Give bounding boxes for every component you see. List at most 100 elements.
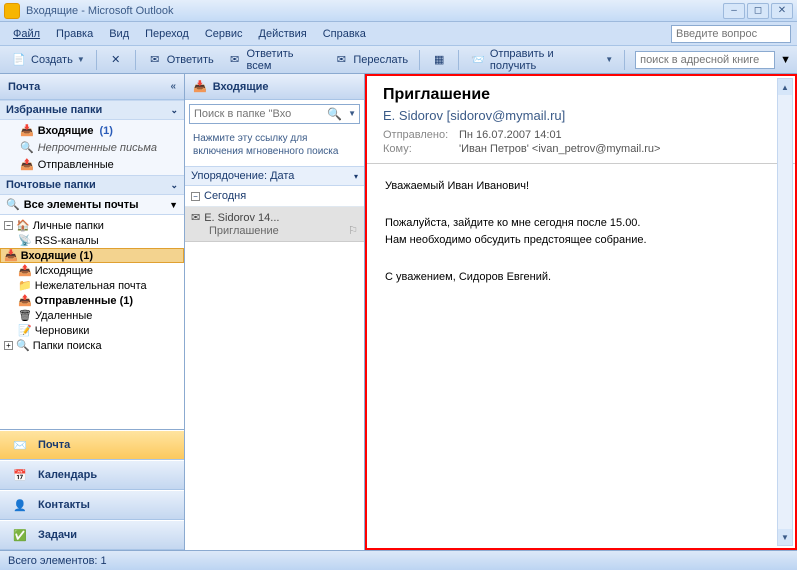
forward-icon: ✉ bbox=[333, 52, 349, 68]
fav-unread[interactable]: 🔍 Непрочтенные письма bbox=[0, 139, 184, 156]
sent-value: Пн 16.07.2007 14:01 bbox=[459, 129, 562, 141]
message-body: Уважаемый Иван Иванович! Пожалуйста, зай… bbox=[367, 164, 795, 548]
chevron-down-icon: ▼ bbox=[605, 55, 613, 64]
send-receive-button[interactable]: 📨 Отправить и получить ▼ bbox=[465, 46, 618, 74]
nav-btn-calendar[interactable]: 📅Календарь bbox=[0, 460, 184, 490]
tree-drafts[interactable]: 📝Черновики bbox=[0, 323, 184, 338]
fav-sent[interactable]: 📤 Отправленные bbox=[0, 156, 184, 173]
chevron-down-icon[interactable]: ▼ bbox=[348, 109, 356, 118]
sent-icon: 📤 bbox=[20, 158, 34, 171]
address-book-search-input[interactable] bbox=[635, 51, 775, 69]
arrange-by-bar[interactable]: Упорядочение: Дата ▾ bbox=[185, 166, 364, 186]
chevron-icon: ⌄ bbox=[170, 180, 178, 191]
tree-inbox[interactable]: 📥Входящие (1) bbox=[0, 248, 184, 263]
inbox-icon: 📥 bbox=[193, 80, 207, 93]
outbox-icon: 📤 bbox=[18, 264, 32, 277]
nav-btn-mail[interactable]: ✉️Почта bbox=[0, 430, 184, 460]
window-title: Входящие - Microsoft Outlook bbox=[26, 5, 723, 17]
help-question-input[interactable] bbox=[671, 25, 791, 43]
tree-rss[interactable]: 📡RSS-каналы bbox=[0, 233, 184, 248]
message-list-header: 📥 Входящие bbox=[185, 74, 364, 100]
inbox-icon: 📥 bbox=[20, 124, 34, 137]
nav-buttons: ✉️Почта 📅Календарь 👤Контакты ✅Задачи bbox=[0, 429, 184, 550]
message-item[interactable]: ✉ E. Sidorov 14... Приглашение ⚐ bbox=[185, 207, 364, 242]
search-folder-icon: 🔍 bbox=[20, 141, 34, 154]
nav-header-mail: Почта « bbox=[0, 74, 184, 100]
drafts-icon: 📝 bbox=[18, 324, 32, 337]
envelope-open-icon: ✉ bbox=[191, 211, 200, 224]
create-label: Создать bbox=[31, 54, 73, 66]
scrollbar[interactable]: ▲ ▼ bbox=[777, 78, 793, 546]
contacts-icon: 👤 bbox=[10, 495, 30, 515]
instant-search-hint[interactable]: Нажмите эту ссылку для включения мгновен… bbox=[189, 128, 360, 162]
message-subject: Приглашение bbox=[209, 225, 279, 237]
menu-help[interactable]: Справка bbox=[316, 25, 373, 43]
delete-button[interactable]: ✕ bbox=[103, 50, 129, 70]
scroll-down-icon[interactable]: ▼ bbox=[778, 529, 792, 545]
reply-all-button[interactable]: ✉ Ответить всем bbox=[222, 46, 326, 74]
reply-label: Ответить bbox=[167, 54, 214, 66]
tree-deleted[interactable]: 🗑Удаленные bbox=[0, 308, 184, 323]
categorize-button[interactable]: ▦ bbox=[426, 50, 452, 70]
sent-label: Отправлено: bbox=[383, 129, 453, 141]
search-icon: 🔍 bbox=[6, 198, 20, 211]
message-list-pane: 📥 Входящие 🔍 ▼ Нажмите эту ссылку для вк… bbox=[185, 74, 365, 550]
message-subject: Приглашение bbox=[383, 86, 779, 104]
new-mail-icon: 📄 bbox=[11, 52, 27, 68]
search-icon[interactable]: 🔍 bbox=[327, 107, 342, 121]
reply-icon: ✉ bbox=[147, 52, 163, 68]
chevron-down-icon: ▼ bbox=[77, 55, 85, 64]
chevron-icon: ⌄ bbox=[170, 105, 178, 116]
chevron-down-icon[interactable]: ▼ bbox=[780, 54, 791, 66]
collapse-icon[interactable]: − bbox=[191, 192, 200, 201]
menu-go[interactable]: Переход bbox=[138, 25, 196, 43]
all-mail-items[interactable]: 🔍 Все элементы почты ▼ bbox=[0, 195, 184, 215]
menu-actions[interactable]: Действия bbox=[252, 25, 314, 43]
mail-folders-header[interactable]: Почтовые папки ⌄ bbox=[0, 175, 184, 195]
menu-tools[interactable]: Сервис bbox=[198, 25, 250, 43]
toolbar: 📄 Создать ▼ ✕ ✉ Ответить ✉ Ответить всем… bbox=[0, 46, 797, 74]
folder-icon: 🏠 bbox=[16, 219, 30, 232]
group-today[interactable]: − Сегодня bbox=[185, 186, 364, 207]
folder-search: 🔍 ▼ bbox=[189, 104, 360, 124]
rss-icon: 📡 bbox=[18, 234, 32, 247]
favorites-header[interactable]: Избранные папки ⌄ bbox=[0, 100, 184, 120]
nav-btn-tasks[interactable]: ✅Задачи bbox=[0, 520, 184, 550]
fav-inbox[interactable]: 📥 Входящие (1) bbox=[0, 122, 184, 139]
status-bar: Всего элементов: 1 bbox=[0, 550, 797, 570]
forward-button[interactable]: ✉ Переслать bbox=[328, 50, 413, 70]
chevron-down-icon: ▼ bbox=[169, 200, 178, 210]
to-value: 'Иван Петров' <ivan_petrov@mymail.ru> bbox=[459, 143, 660, 155]
tree-personal-folders[interactable]: −🏠Личные папки bbox=[0, 218, 184, 233]
trash-icon: 🗑 bbox=[18, 309, 32, 322]
minimize-button[interactable]: – bbox=[723, 3, 745, 19]
mail-icon: ✉️ bbox=[10, 435, 30, 455]
nav-btn-contacts[interactable]: 👤Контакты bbox=[0, 490, 184, 520]
tree-sent[interactable]: 📤Отправленные (1) bbox=[0, 293, 184, 308]
tree-outbox[interactable]: 📤Исходящие bbox=[0, 263, 184, 278]
menu-file[interactable]: Файл bbox=[6, 25, 47, 43]
maximize-button[interactable]: ◻ bbox=[747, 3, 769, 19]
menu-edit[interactable]: Правка bbox=[49, 25, 100, 43]
main-area: Почта « Избранные папки ⌄ 📥 Входящие (1)… bbox=[0, 74, 797, 550]
chevron-down-icon: ▾ bbox=[354, 172, 358, 181]
message-from-time: E. Sidorov 14... bbox=[204, 212, 279, 224]
reply-all-label: Ответить всем bbox=[246, 48, 320, 72]
close-button[interactable]: ✕ bbox=[771, 3, 793, 19]
categorize-icon: ▦ bbox=[431, 52, 447, 68]
collapse-icon[interactable]: − bbox=[4, 221, 13, 230]
reading-pane: Приглашение E. Sidorov [sidorov@mymail.r… bbox=[365, 74, 797, 550]
flag-icon[interactable]: ⚐ bbox=[348, 224, 358, 237]
reply-button[interactable]: ✉ Ответить bbox=[142, 50, 219, 70]
tree-search-folders[interactable]: +🔍Папки поиска bbox=[0, 338, 184, 353]
tree-junk[interactable]: 📁Нежелательная почта bbox=[0, 278, 184, 293]
expand-icon[interactable]: + bbox=[4, 341, 13, 350]
calendar-icon: 📅 bbox=[10, 465, 30, 485]
scroll-up-icon[interactable]: ▲ bbox=[778, 79, 792, 95]
sent-icon: 📤 bbox=[18, 294, 32, 307]
send-receive-label: Отправить и получить bbox=[490, 48, 601, 72]
create-button[interactable]: 📄 Создать ▼ bbox=[6, 50, 90, 70]
message-header: Приглашение E. Sidorov [sidorov@mymail.r… bbox=[367, 76, 795, 164]
collapse-chevron-icon[interactable]: « bbox=[170, 81, 176, 92]
menu-view[interactable]: Вид bbox=[102, 25, 136, 43]
